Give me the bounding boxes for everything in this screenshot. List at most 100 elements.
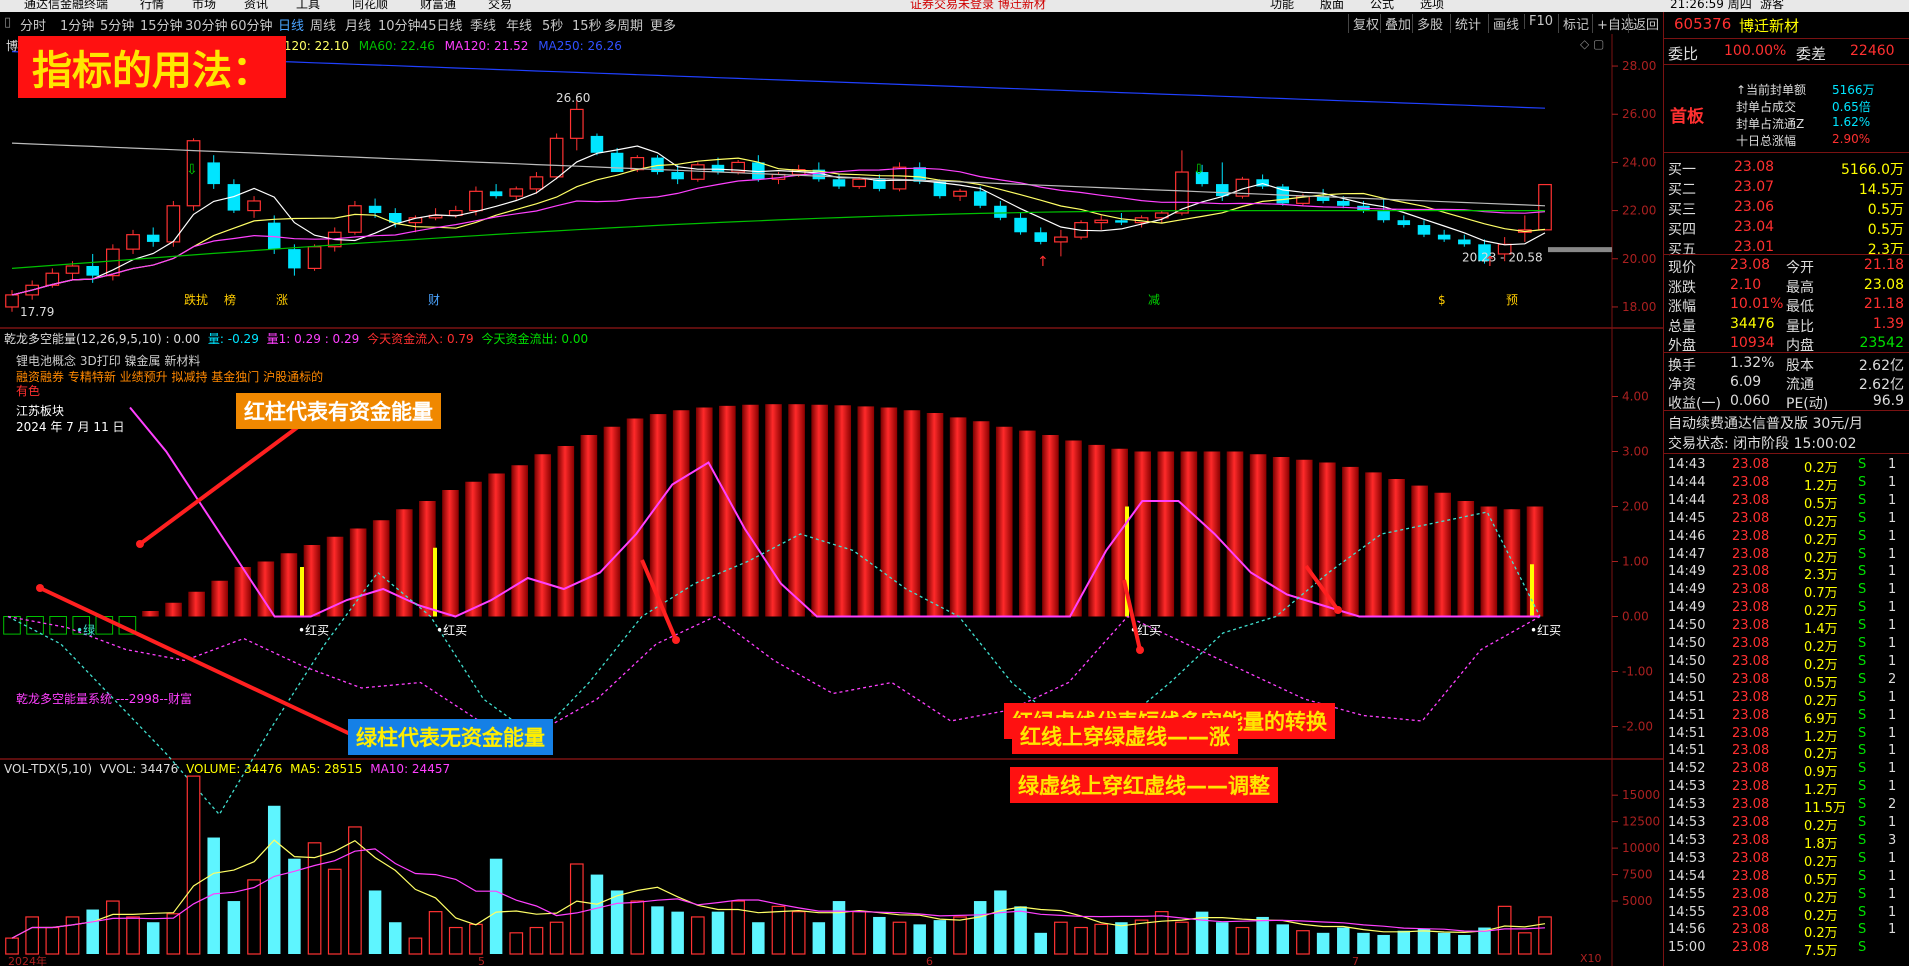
menu-item-layout[interactable]: 版面 [1320, 0, 1344, 12]
period-tab-7[interactable]: 周线 [310, 15, 336, 34]
stat-value: 1.32% [1730, 355, 1775, 371]
ind-y-tick-label: -2.00 [1622, 720, 1653, 734]
menu-item-quote[interactable]: 行情 [140, 0, 164, 12]
volume-bar [327, 868, 342, 955]
volume-bar [549, 921, 564, 955]
candle-body [832, 179, 846, 187]
chart-area[interactable]: 28.00 26.00 24.00 22.00 20.00 18.00 26.60 17.79… [0, 34, 1663, 966]
tick-price: 23.08 [1732, 850, 1770, 866]
weibi-value: 100.00% [1724, 43, 1787, 59]
annotation-rise: 红线上穿绿虚线——涨 [1012, 718, 1238, 754]
x-axis-label: 7 [1352, 955, 1359, 966]
tick-side: S [1858, 761, 1867, 777]
volume-bar [994, 890, 1007, 954]
toolbar-button-5[interactable]: F10 [1524, 14, 1553, 29]
menu-item-formula[interactable]: 公式 [1370, 0, 1394, 12]
period-tab-2[interactable]: 5分钟 [100, 15, 134, 34]
toolbar-button-4[interactable]: 画线 [1488, 14, 1519, 33]
period-tab-16[interactable]: 更多 [650, 15, 676, 34]
period-tab-12[interactable]: 年线 [506, 15, 532, 34]
energy-bar-red [580, 435, 598, 617]
period-tab-4[interactable]: 30分钟 [185, 15, 228, 34]
stock-name[interactable]: 博迁新材 [1739, 15, 1799, 36]
menu-item-function[interactable]: 功能 [1270, 0, 1294, 12]
login-notice[interactable]: 证券交易未登录 博迁新材 [910, 0, 1046, 12]
tick-side: S [1858, 904, 1867, 920]
menu-item-trade[interactable]: 交易 [488, 0, 512, 12]
candle-body [1538, 183, 1552, 231]
seal-label: 十日总涨幅 [1736, 134, 1797, 148]
period-tab-13[interactable]: 5秒 [542, 15, 563, 34]
toolbar-button-2[interactable]: 多股 [1412, 14, 1443, 33]
menu-item-options[interactable]: 选项 [1420, 0, 1444, 12]
toolbar-toggle-icon[interactable]: ▯ [4, 15, 11, 30]
candle-body [690, 164, 705, 180]
energy-bar-red [995, 426, 1013, 617]
menu-item-wealth[interactable]: 财富通 [420, 0, 456, 12]
tick-row: 14:56 23.08 0.2万 S 1 [1664, 921, 1909, 941]
energy-bar-red [1388, 479, 1405, 617]
toolbar-button-1[interactable]: 叠加 [1380, 14, 1411, 33]
candle-body [207, 162, 220, 185]
stat-label: 流通 [1786, 377, 1814, 393]
candle-body [1034, 232, 1047, 242]
bid-label: 买一 [1668, 162, 1696, 178]
candle-body [630, 156, 645, 171]
indicator-inflow: 今天资金流入: 0.79 [367, 332, 474, 346]
stat-value: 34476 [1730, 315, 1775, 332]
candle-body [348, 205, 362, 233]
price-range-bar [1548, 247, 1612, 253]
period-tab-11[interactable]: 季线 [470, 15, 496, 34]
period-tab-15[interactable]: 多周期 [604, 15, 643, 34]
menu-item-news[interactable]: 资讯 [244, 0, 268, 12]
toolbar-button-0[interactable]: 复权 [1348, 14, 1379, 33]
period-tab-9[interactable]: 10分钟 [378, 15, 421, 34]
menu-item-ths[interactable]: 同花顺 [352, 0, 388, 12]
signal-label: •红买 [298, 623, 329, 638]
period-tab-6[interactable]: 日线 [278, 15, 304, 34]
period-tab-5[interactable]: 60分钟 [230, 15, 273, 34]
energy-bar-red [1272, 457, 1290, 617]
period-tab-8[interactable]: 月线 [345, 15, 371, 34]
stat-row: 总量 34476 量比 1.39 [1664, 315, 1909, 335]
period-tab-1[interactable]: 1分钟 [60, 15, 94, 34]
volume-bar [973, 901, 987, 954]
menu-item-market[interactable]: 市场 [192, 0, 216, 12]
toolbar-button-8[interactable]: 返回 [1628, 14, 1659, 33]
tick-count: 1 [1888, 546, 1897, 562]
volume-bar [852, 911, 867, 955]
volume-bar [690, 916, 705, 955]
volume-bar [791, 911, 806, 955]
tick-price: 23.08 [1732, 743, 1770, 759]
energy-bar-red [1503, 509, 1521, 617]
volume-bar [388, 922, 402, 954]
buy-arrow-icon: ↑ [1484, 254, 1496, 270]
candle-body [288, 249, 301, 269]
menu-item-app[interactable]: 通达信金融终端 [24, 0, 108, 12]
event-tag: 跌扰 [184, 292, 208, 307]
vol-y-tick-label: 15000 [1622, 788, 1660, 802]
main-y-tick-label: 26.00 [1622, 107, 1656, 121]
period-tab-10[interactable]: 45日线 [420, 15, 463, 34]
stock-code[interactable]: 605376 [1674, 15, 1731, 33]
signal-marker [300, 567, 304, 617]
energy-bar-red [926, 413, 944, 617]
toolbar-button-6[interactable]: 标记 [1558, 14, 1589, 33]
period-tab-0[interactable]: 分时 [20, 15, 46, 34]
weicha-label: 委差 [1796, 45, 1827, 63]
stat-value: 23542 [1859, 335, 1904, 351]
promo-text[interactable]: 自动续费通达信普及版 30元/月 [1668, 413, 1863, 433]
toolbar-button-3[interactable]: 统计 [1450, 14, 1481, 33]
menu-item-tools[interactable]: 工具 [296, 0, 320, 12]
period-tab-3[interactable]: 15分钟 [140, 15, 183, 34]
energy-bar-red [1065, 440, 1082, 617]
candle-body [973, 191, 987, 206]
energy-bar-red [211, 580, 228, 617]
tick-row: 14:53 23.08 1.8万 S 3 [1664, 832, 1909, 852]
tick-price: 23.08 [1732, 922, 1770, 938]
tick-count: 1 [1888, 815, 1897, 830]
user-label[interactable]: 游客 [1760, 0, 1784, 12]
ind-y-tick-label: 2.00 [1622, 500, 1649, 514]
candle-body [852, 178, 867, 188]
period-tab-14[interactable]: 15秒 [572, 15, 602, 34]
